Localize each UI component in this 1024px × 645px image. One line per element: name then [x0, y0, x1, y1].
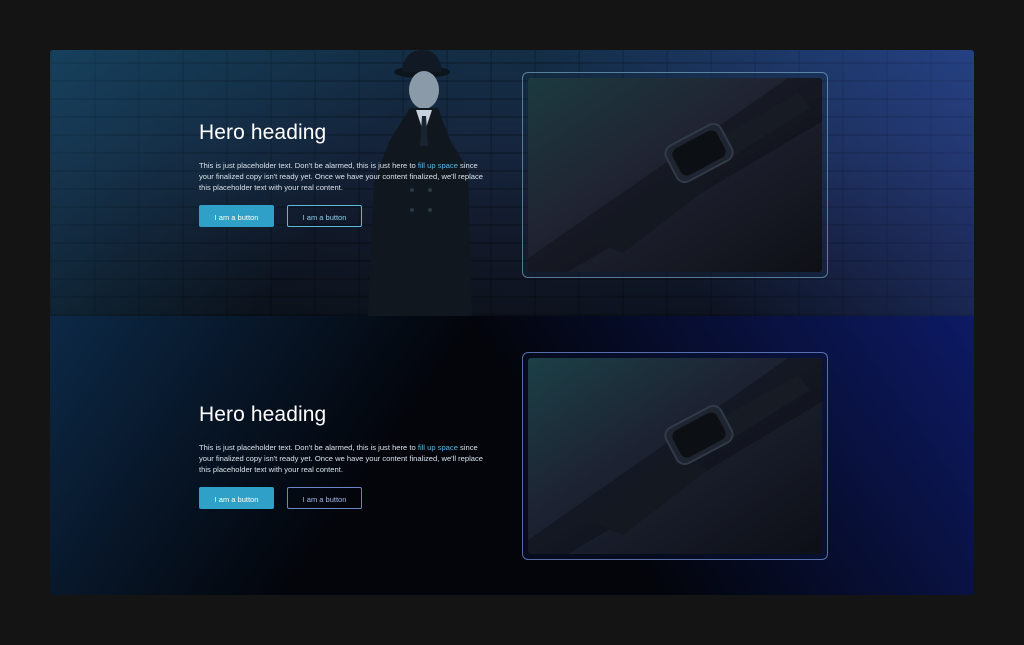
device-frame	[522, 352, 828, 560]
hero-text-start: This is just placeholder text. Don't be …	[199, 443, 418, 452]
hero-section-gradient: Hero heading This is just placeholder te…	[50, 316, 974, 595]
device-screen	[528, 78, 822, 272]
hero-text-start: This is just placeholder text. Don't be …	[199, 161, 418, 170]
hero-paragraph: This is just placeholder text. Don't be …	[199, 442, 489, 475]
hero-inline-link[interactable]: fill up space	[418, 161, 458, 170]
device-frame	[522, 72, 828, 278]
primary-button[interactable]: I am a button	[199, 205, 274, 227]
hero-buttons: I am a button I am a button	[199, 487, 489, 509]
page-canvas: Hero heading This is just placeholder te…	[0, 0, 1024, 645]
secondary-button[interactable]: I am a button	[287, 205, 362, 227]
smartwatch-image	[528, 78, 822, 272]
hero-heading: Hero heading	[199, 403, 327, 426]
hero-paragraph: This is just placeholder text. Don't be …	[199, 160, 489, 193]
primary-button[interactable]: I am a button	[199, 487, 274, 509]
hero-heading: Hero heading	[199, 121, 327, 144]
hero-content: Hero heading This is just placeholder te…	[199, 402, 489, 509]
hero-section-photo: Hero heading This is just placeholder te…	[50, 50, 974, 316]
smartwatch-image	[528, 358, 822, 554]
hero-content: Hero heading This is just placeholder te…	[199, 120, 489, 227]
preview-frame: Hero heading This is just placeholder te…	[50, 50, 974, 595]
secondary-button[interactable]: I am a button	[287, 487, 362, 509]
hero-inline-link[interactable]: fill up space	[418, 443, 458, 452]
device-screen	[528, 358, 822, 554]
hero-buttons: I am a button I am a button	[199, 205, 489, 227]
